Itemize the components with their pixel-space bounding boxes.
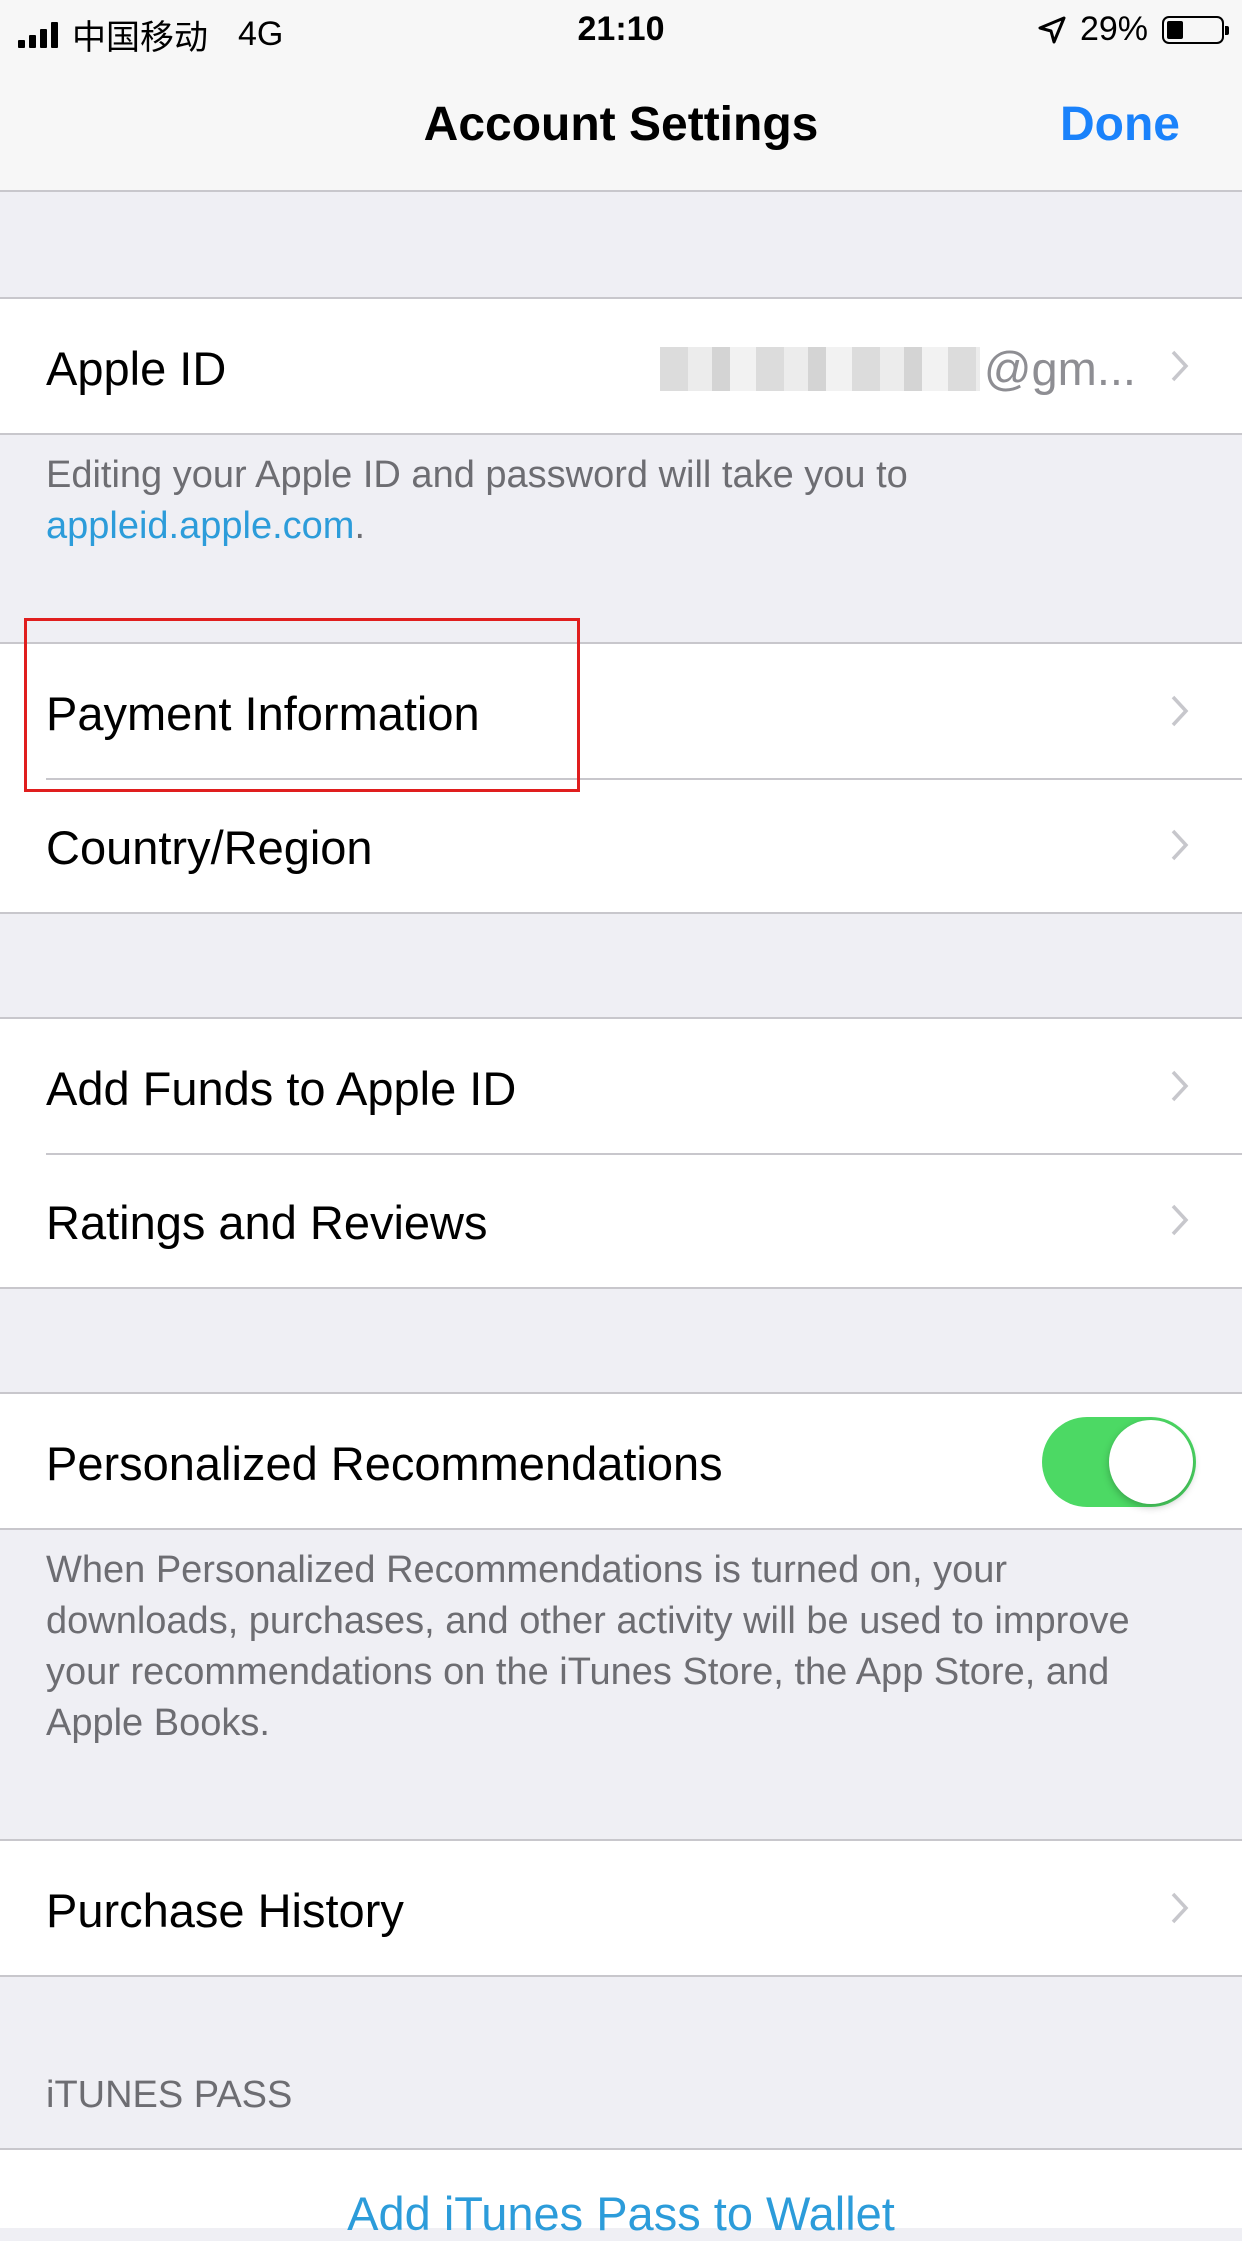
location-arrow-icon (1038, 16, 1066, 44)
itunes-pass-header: iTUNES PASS (46, 2074, 292, 2117)
recommendations-group: Personalized Recommendations (0, 1392, 1242, 1530)
apple-id-footer: Editing your Apple ID and password will … (46, 450, 1196, 552)
highlight-box (24, 618, 580, 792)
navigation-bar: Account Settings Done (0, 62, 1242, 192)
apple-id-label: Apple ID (46, 341, 226, 396)
apple-id-footer-text: Editing your Apple ID and password will … (46, 454, 908, 496)
purchase-history-row[interactable]: Purchase History (0, 1841, 1242, 1975)
add-itunes-pass-button[interactable]: Add iTunes Pass to Wallet (0, 2186, 1242, 2241)
chevron-right-icon (1162, 349, 1196, 383)
apple-id-row[interactable]: Apple ID @gm... (0, 299, 1242, 433)
battery-percentage: 29% (1080, 10, 1148, 49)
apple-id-value: @gm... (660, 341, 1136, 396)
country-region-label: Country/Region (46, 820, 373, 875)
itunes-pass-group: Add iTunes Pass to Wallet (0, 2148, 1242, 2228)
chevron-right-icon (1162, 1069, 1196, 1103)
chevron-right-icon (1162, 828, 1196, 862)
personalized-recommendations-toggle[interactable] (1042, 1417, 1196, 1507)
add-funds-label: Add Funds to Apple ID (46, 1061, 516, 1116)
funds-reviews-group: Add Funds to Apple ID Ratings and Review… (0, 1017, 1242, 1289)
status-bar: 中国移动 4G 21:10 29% (0, 0, 1242, 62)
apple-id-footer-period: . (354, 505, 365, 547)
personalized-recommendations-row: Personalized Recommendations (0, 1394, 1242, 1528)
purchase-history-group: Purchase History (0, 1839, 1242, 1977)
status-right: 29% (1038, 10, 1224, 49)
page-title: Account Settings (0, 97, 1242, 152)
personalized-recommendations-label: Personalized Recommendations (46, 1436, 723, 1491)
chevron-right-icon (1162, 1203, 1196, 1237)
recommendations-footer: When Personalized Recommendations is tur… (46, 1545, 1196, 1749)
ratings-reviews-row[interactable]: Ratings and Reviews (0, 1153, 1242, 1287)
redacted-email-mask (660, 347, 980, 391)
chevron-right-icon (1162, 1891, 1196, 1925)
appleid-link[interactable]: appleid.apple.com (46, 505, 354, 547)
chevron-right-icon (1162, 694, 1196, 728)
country-region-row[interactable]: Country/Region (0, 778, 1242, 912)
add-funds-row[interactable]: Add Funds to Apple ID (0, 1019, 1242, 1153)
apple-id-email-suffix: @gm... (984, 341, 1136, 396)
purchase-history-label: Purchase History (46, 1883, 404, 1938)
toggle-knob (1109, 1420, 1193, 1504)
done-button[interactable]: Done (1060, 97, 1180, 152)
apple-id-group: Apple ID @gm... (0, 297, 1242, 435)
ratings-reviews-label: Ratings and Reviews (46, 1195, 488, 1250)
battery-icon (1162, 16, 1224, 44)
